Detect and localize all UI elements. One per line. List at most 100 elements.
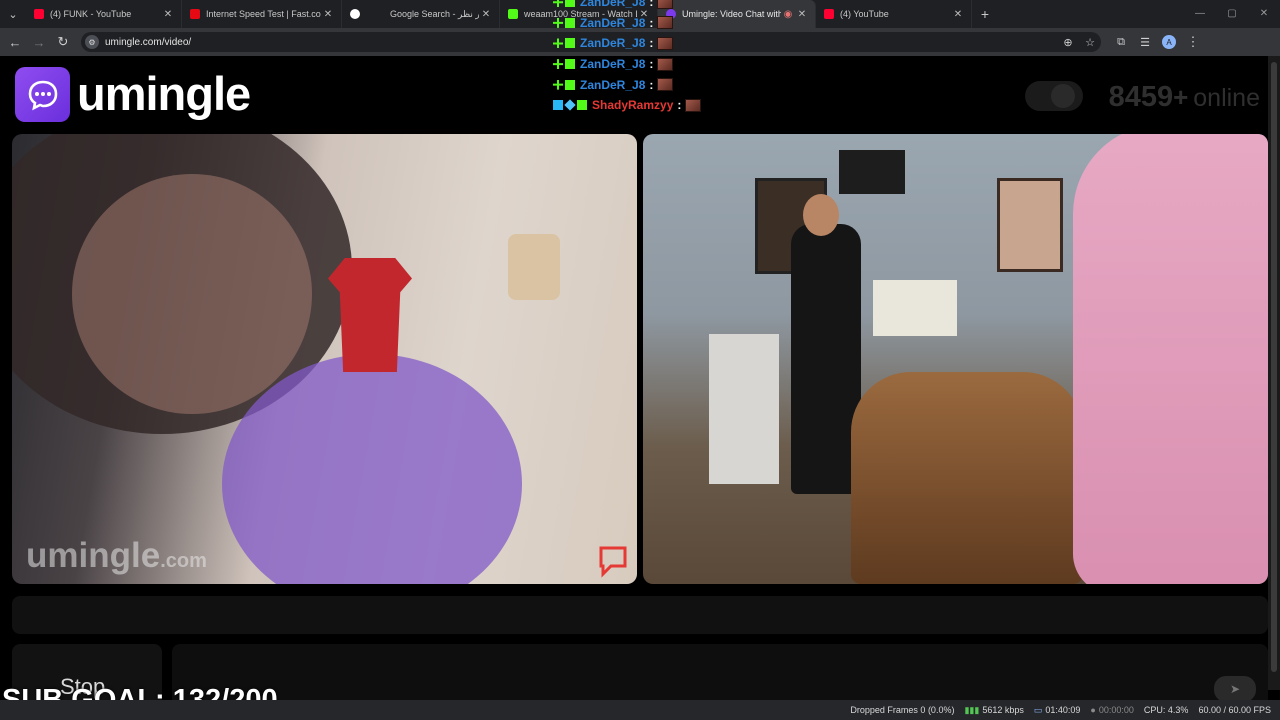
bookmark-star-icon[interactable]: ☆: [1079, 36, 1101, 49]
online-count: 8459: [1108, 81, 1174, 113]
page-scrollbar[interactable]: [1268, 56, 1280, 690]
chat-username: ZanDeR_J8: [580, 57, 646, 72]
chat-separator: :: [649, 15, 654, 30]
tab-google-search[interactable]: Google Search - اختبار نظر ✕: [342, 0, 500, 28]
emote-icon: [657, 57, 674, 71]
moderator-badge-icon: [553, 0, 563, 8]
back-arrow-icon[interactable]: ←: [3, 35, 27, 50]
reload-icon[interactable]: ↻: [51, 34, 75, 50]
face-blur: [72, 174, 312, 414]
close-icon[interactable]: ✕: [795, 9, 809, 20]
cpu-usage: CPU: 4.3%: [1143, 705, 1189, 715]
close-icon[interactable]: ✕: [951, 9, 965, 20]
video-watermark: umingle.com: [26, 536, 207, 575]
chat-separator: :: [649, 36, 654, 51]
emote-icon: [657, 16, 674, 30]
menu-kebab-icon[interactable]: ⋮: [1181, 34, 1205, 50]
chat-username: ZanDeR_J8: [580, 0, 646, 10]
scroll-thumb[interactable]: [1271, 62, 1277, 672]
send-button[interactable]: ➤: [1214, 676, 1256, 702]
moderator-badge-icon: [553, 79, 563, 90]
subscriber-badge-icon: [565, 59, 575, 70]
tab-search-chevron-icon[interactable]: ⌄: [0, 0, 26, 28]
close-icon[interactable]: ✕: [479, 9, 493, 20]
online-plus: +: [1173, 82, 1189, 112]
wall-speaker: [839, 150, 905, 194]
pink-hoodie: [1073, 134, 1268, 584]
emote-icon: [657, 36, 674, 50]
chat-username: ZanDeR_J8: [580, 77, 646, 92]
stream-chat-overlay: ZanDeR_J8 : ZanDeR_J8 : ZanDeR_J8 : ZanD…: [553, 0, 753, 116]
filter-toggle[interactable]: [1025, 81, 1083, 111]
umingle-page: umingle 8459 + online umingle.com Stop ➤: [0, 56, 1280, 720]
subscriber-badge-icon: [565, 17, 575, 28]
close-icon[interactable]: ✕: [321, 9, 335, 20]
chat-separator: :: [649, 57, 654, 72]
subscriber-badge-icon: [577, 100, 587, 111]
chat-message: ZanDeR_J8 :: [553, 74, 753, 95]
zoom-icon[interactable]: ⊕: [1057, 36, 1079, 49]
chat-separator: :: [677, 98, 682, 113]
live-time: 01:40:09: [1045, 705, 1081, 715]
chat-bubble-icon: [28, 80, 57, 110]
chat-separator: :: [649, 0, 654, 10]
window-controls: — ▢ ✕: [1184, 0, 1280, 28]
leather-chair: [851, 372, 1083, 584]
signal-bars-icon: ▮▮▮: [964, 704, 980, 715]
remote-video: [643, 134, 1268, 584]
chat-username: ZanDeR_J8: [580, 15, 646, 30]
chat-message: ZanDeR_J8 :: [553, 33, 753, 54]
site-info-icon[interactable]: ⚙: [85, 35, 99, 49]
tab-youtube[interactable]: (4) YouTube ✕: [816, 0, 972, 28]
live-icon: ▭: [1033, 704, 1043, 715]
subscriber-badge-icon: [565, 38, 575, 49]
subscriber-badge-icon: [565, 79, 575, 90]
record-icon: ●: [1090, 705, 1096, 715]
face-poster: [997, 178, 1063, 272]
gem-badge-icon: [564, 99, 576, 111]
forward-arrow-icon[interactable]: →: [27, 35, 51, 50]
chat-message: ShadyRamzyy :: [553, 95, 753, 116]
tab-label: (4) FUNK - YouTube: [50, 9, 132, 19]
person-head: [803, 194, 839, 236]
url-text: umingle.com/video/: [105, 36, 192, 48]
wall-sign: [508, 234, 560, 300]
youtube-icon: [34, 9, 44, 19]
shelf: [709, 334, 779, 484]
verified-badge-icon: [553, 100, 563, 111]
youtube-icon: [824, 9, 834, 19]
report-flag-icon[interactable]: [595, 544, 631, 578]
bitrate: 5612 kbps: [982, 705, 1024, 715]
chat-username: ZanDeR_J8: [580, 36, 646, 51]
moderator-badge-icon: [553, 38, 563, 49]
close-icon[interactable]: ✕: [161, 9, 175, 20]
chat-message: ZanDeR_J8 :: [553, 13, 753, 34]
emote-icon: [657, 0, 674, 9]
chat-message: ZanDeR_J8 :: [553, 54, 753, 75]
emote-icon: [685, 98, 702, 112]
chat-username: ShadyRamzyy: [592, 98, 674, 113]
site-logo-text[interactable]: umingle: [77, 66, 251, 121]
dropped-frames: Dropped Frames 0 (0.0%): [850, 705, 955, 715]
tab-fast-com[interactable]: Internet Speed Test | Fast.com ✕: [182, 0, 342, 28]
obs-status-bar: Dropped Frames 0 (0.0%) ▮▮▮ 5612 kbps ▭ …: [0, 700, 1280, 720]
record-time: 00:00:00: [1098, 705, 1134, 715]
new-tab-plus-icon[interactable]: +: [972, 6, 998, 22]
minimize-icon[interactable]: —: [1184, 0, 1216, 28]
maximize-icon[interactable]: ▢: [1216, 0, 1248, 28]
reading-list-icon[interactable]: ☰: [1133, 36, 1157, 49]
umingle-logo-icon[interactable]: [15, 67, 70, 122]
chat-separator: :: [649, 77, 654, 92]
tab-youtube-funk[interactable]: (4) FUNK - YouTube ✕: [26, 0, 182, 28]
tab-label: Google Search - اختبار نظر: [390, 8, 479, 19]
fps-readout: 60.00 / 60.00 FPS: [1198, 705, 1271, 715]
local-video: umingle.com: [12, 134, 637, 584]
toggle-knob: [1051, 84, 1075, 108]
fast-com-icon: [190, 9, 200, 19]
profile-avatar[interactable]: A: [1162, 35, 1176, 49]
extensions-icon[interactable]: ⧉: [1109, 36, 1133, 49]
kick-icon: [508, 9, 518, 19]
online-counter: 8459 + online: [1109, 81, 1260, 114]
close-window-icon[interactable]: ✕: [1248, 0, 1280, 28]
emote-icon: [657, 78, 674, 92]
